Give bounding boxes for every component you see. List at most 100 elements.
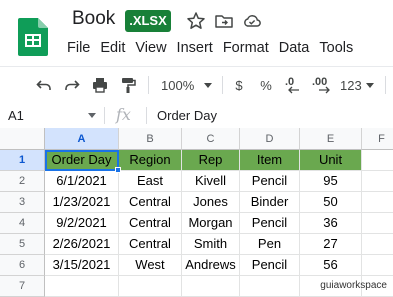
column-header-e[interactable]: E bbox=[300, 128, 362, 150]
cell-d7[interactable] bbox=[240, 276, 300, 297]
cell-f1[interactable] bbox=[362, 150, 393, 171]
file-format-badge: .XLSX bbox=[125, 10, 171, 32]
cell-a3[interactable]: 1/23/2021 bbox=[45, 192, 119, 213]
app-header: Book .XLSX File Edit View Insert Format Data T… bbox=[0, 0, 393, 66]
percent-format-button[interactable]: % bbox=[256, 73, 276, 97]
row-header-3[interactable]: 3 bbox=[0, 192, 45, 213]
undo-icon[interactable] bbox=[32, 73, 56, 97]
fx-icon: fx bbox=[116, 105, 131, 124]
row-header-7[interactable]: 7 bbox=[0, 276, 45, 297]
cell-b4[interactable]: Central bbox=[119, 213, 182, 234]
cell-d4[interactable]: Pencil bbox=[240, 213, 300, 234]
column-header-a[interactable]: A bbox=[45, 128, 119, 150]
cell-b5[interactable]: Central bbox=[119, 234, 182, 255]
document-title[interactable]: Book bbox=[72, 8, 115, 30]
menu-data[interactable]: Data bbox=[274, 38, 315, 58]
cell-f6[interactable] bbox=[362, 255, 393, 276]
formula-divider bbox=[104, 107, 105, 124]
column-header-c[interactable]: C bbox=[182, 128, 240, 150]
chevron-down-icon bbox=[88, 113, 96, 118]
cell-d3[interactable]: Binder bbox=[240, 192, 300, 213]
toolbar-divider bbox=[148, 76, 149, 94]
google-sheets-logo-icon[interactable] bbox=[18, 18, 48, 56]
row-header-4[interactable]: 4 bbox=[0, 213, 45, 234]
column-header-f[interactable]: F bbox=[362, 128, 393, 150]
redo-icon[interactable] bbox=[60, 73, 84, 97]
cell-d6[interactable]: Pencil bbox=[240, 255, 300, 276]
paint-format-icon[interactable] bbox=[116, 73, 140, 97]
toolbar-divider bbox=[385, 76, 386, 94]
cell-a1[interactable]: Order Day bbox=[45, 150, 119, 171]
watermark: guiaworkspace bbox=[320, 280, 387, 291]
cell-a6[interactable]: 3/15/2021 bbox=[45, 255, 119, 276]
cell-c2[interactable]: Kivell bbox=[182, 171, 240, 192]
menu-insert[interactable]: Insert bbox=[172, 38, 218, 58]
cell-e6[interactable]: 56 bbox=[300, 255, 362, 276]
cell-d1[interactable]: Item bbox=[240, 150, 300, 171]
cell-f3[interactable] bbox=[362, 192, 393, 213]
cell-c1[interactable]: Rep bbox=[182, 150, 240, 171]
move-to-folder-icon[interactable] bbox=[214, 11, 234, 31]
cell-c7[interactable] bbox=[182, 276, 240, 297]
cloud-saved-icon[interactable] bbox=[242, 11, 262, 31]
cell-b3[interactable]: Central bbox=[119, 192, 182, 213]
cell-e1[interactable]: Unit bbox=[300, 150, 362, 171]
cell-a4[interactable]: 9/2/2021 bbox=[45, 213, 119, 234]
cell-f2[interactable] bbox=[362, 171, 393, 192]
cell-c6[interactable]: Andrews bbox=[182, 255, 240, 276]
cell-b1[interactable]: Region bbox=[119, 150, 182, 171]
cell-f5[interactable] bbox=[362, 234, 393, 255]
currency-format-button[interactable]: $ bbox=[230, 73, 248, 97]
row-header-2[interactable]: 2 bbox=[0, 171, 45, 192]
menu-tools[interactable]: Tools bbox=[314, 38, 358, 58]
cell-e5[interactable]: 27 bbox=[300, 234, 362, 255]
cell-c3[interactable]: Jones bbox=[182, 192, 240, 213]
zoom-value: 100% bbox=[161, 77, 195, 93]
number-format-label: 123 bbox=[340, 77, 362, 93]
cell-b7[interactable] bbox=[119, 276, 182, 297]
fill-handle[interactable] bbox=[115, 167, 121, 173]
toolbar-divider bbox=[222, 76, 223, 94]
cell-reference: A1 bbox=[8, 108, 24, 123]
formula-input[interactable]: Order Day bbox=[157, 108, 217, 123]
cell-b2[interactable]: East bbox=[119, 171, 182, 192]
column-header-b[interactable]: B bbox=[119, 128, 182, 150]
formula-bar: A1 fx Order Day bbox=[0, 103, 393, 129]
zoom-select[interactable]: 100% bbox=[158, 73, 214, 97]
row-header-6[interactable]: 6 bbox=[0, 255, 45, 276]
row-header-1[interactable]: 1 bbox=[0, 150, 45, 171]
cell-b6[interactable]: West bbox=[119, 255, 182, 276]
cell-c5[interactable]: Smith bbox=[182, 234, 240, 255]
cell-e3[interactable]: 50 bbox=[300, 192, 362, 213]
toolbar: 100% $ % .0 .00 123 bbox=[0, 66, 393, 104]
cell-e2[interactable]: 95 bbox=[300, 171, 362, 192]
select-all-corner[interactable] bbox=[0, 128, 45, 150]
cell-f4[interactable] bbox=[362, 213, 393, 234]
menu-file[interactable]: File bbox=[62, 38, 95, 58]
increase-decimals-label: .00 bbox=[312, 76, 327, 88]
decrease-decimals-label: .0 bbox=[285, 76, 294, 88]
cell-a5[interactable]: 2/26/2021 bbox=[45, 234, 119, 255]
row-header-5[interactable]: 5 bbox=[0, 234, 45, 255]
increase-decimal-places-button[interactable]: .00 bbox=[310, 73, 338, 97]
menu-edit[interactable]: Edit bbox=[95, 38, 130, 58]
star-icon[interactable] bbox=[186, 11, 206, 31]
cell-c4[interactable]: Morgan bbox=[182, 213, 240, 234]
print-icon[interactable] bbox=[88, 73, 112, 97]
cell-a2[interactable]: 6/1/2021 bbox=[45, 171, 119, 192]
chevron-down-icon bbox=[365, 82, 374, 88]
cell-d5[interactable]: Pen bbox=[240, 234, 300, 255]
more-formats-select[interactable]: 123 bbox=[340, 73, 378, 97]
cell-e4[interactable]: 36 bbox=[300, 213, 362, 234]
chevron-down-icon bbox=[204, 82, 213, 88]
spreadsheet-grid: A B C D E F 1 Order Day Region Rep Item Unit 2 6/1/20… bbox=[0, 128, 393, 297]
cell-d2[interactable]: Pencil bbox=[240, 171, 300, 192]
cell-a7[interactable] bbox=[45, 276, 119, 297]
decrease-decimal-places-button[interactable]: .0 bbox=[282, 73, 306, 97]
menu-view[interactable]: View bbox=[130, 38, 171, 58]
menu-format[interactable]: Format bbox=[218, 38, 274, 58]
column-header-d[interactable]: D bbox=[240, 128, 300, 150]
menu-bar: File Edit View Insert Format Data Tools bbox=[62, 38, 358, 58]
formula-divider bbox=[146, 107, 147, 124]
name-box[interactable]: A1 bbox=[0, 103, 104, 128]
